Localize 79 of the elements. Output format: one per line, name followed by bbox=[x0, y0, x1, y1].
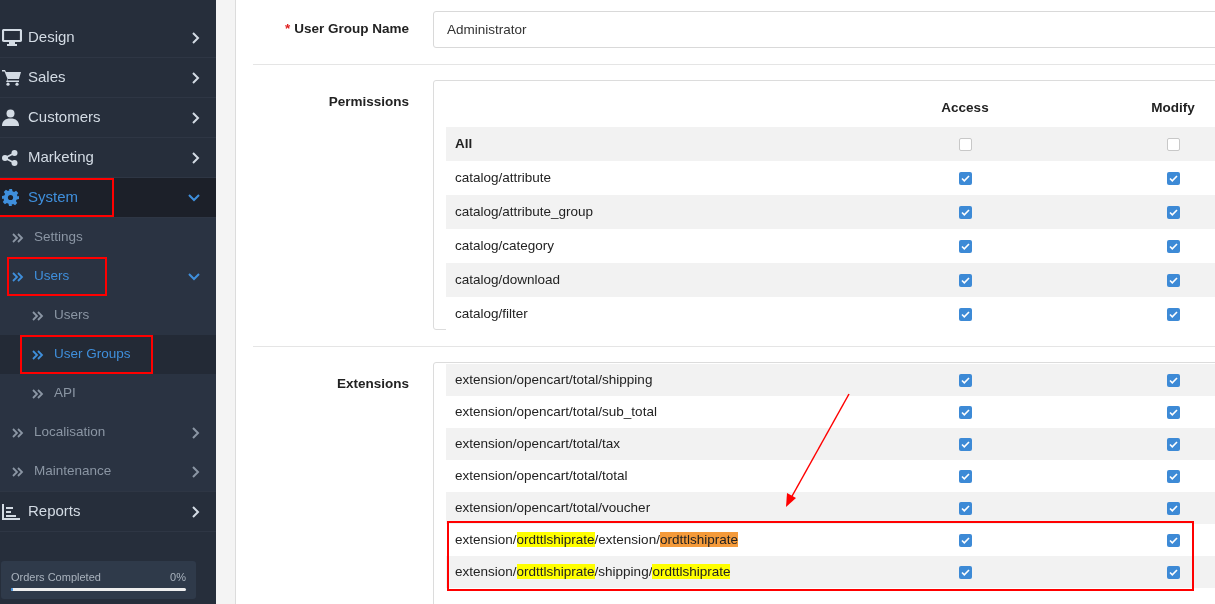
permission-path: extension/opencart/total/total bbox=[455, 467, 628, 483]
double-chevron-icon bbox=[12, 427, 24, 438]
permission-path: extension/opencart/total/sub_total bbox=[455, 403, 657, 419]
permission-path: catalog/attribute_group bbox=[455, 203, 594, 219]
column-header: Access bbox=[941, 99, 989, 117]
chevron-down-icon bbox=[188, 272, 200, 281]
permission-path: catalog/category bbox=[455, 237, 555, 253]
checkbox[interactable] bbox=[1166, 239, 1180, 253]
checkbox[interactable] bbox=[1166, 137, 1180, 151]
checkbox[interactable] bbox=[1166, 405, 1180, 419]
name-field[interactable]: Administrator bbox=[433, 11, 1215, 48]
sidebar-item[interactable]: Maintenance bbox=[0, 452, 216, 491]
permission-path: All bbox=[455, 135, 473, 151]
checkbox[interactable] bbox=[958, 137, 972, 151]
checkbox[interactable] bbox=[1166, 565, 1180, 579]
permission-path: catalog/attribute bbox=[455, 169, 552, 185]
checkbox[interactable] bbox=[958, 171, 972, 185]
sidebar-item[interactable]: Localisation bbox=[0, 413, 216, 452]
permission-path: extension/opencart/total/voucher bbox=[455, 499, 651, 515]
checkbox[interactable] bbox=[1166, 273, 1180, 287]
cart-icon bbox=[2, 69, 22, 86]
checkbox[interactable] bbox=[958, 373, 972, 387]
checkbox[interactable] bbox=[958, 205, 972, 219]
permission-path: catalog/filter bbox=[455, 305, 528, 321]
checkbox[interactable] bbox=[958, 565, 972, 579]
checkbox[interactable] bbox=[958, 273, 972, 287]
sidebar-item[interactable]: Design bbox=[0, 18, 216, 58]
checkbox[interactable] bbox=[958, 307, 972, 321]
sidebar-item[interactable]: User Groups bbox=[0, 335, 216, 374]
checkbox[interactable] bbox=[958, 501, 972, 515]
sidebar-item[interactable]: Settings bbox=[0, 218, 216, 257]
double-chevron-icon bbox=[12, 466, 24, 477]
chevron-right-icon bbox=[192, 111, 200, 124]
chevron-right-icon bbox=[192, 71, 200, 84]
double-chevron-icon bbox=[32, 388, 44, 399]
double-chevron-icon bbox=[32, 349, 44, 360]
chevron-right-icon bbox=[192, 31, 200, 44]
double-chevron-icon bbox=[32, 310, 44, 321]
field-label: User Group Name bbox=[294, 21, 409, 37]
permission-path: catalog/download bbox=[455, 271, 561, 287]
checkbox[interactable] bbox=[1166, 373, 1180, 387]
checkbox[interactable] bbox=[1166, 171, 1180, 185]
user-icon bbox=[2, 109, 19, 126]
share-icon bbox=[2, 149, 18, 166]
chevron-right-icon bbox=[192, 505, 200, 518]
sidebar-item[interactable]: System bbox=[0, 178, 216, 218]
checkbox[interactable] bbox=[958, 239, 972, 253]
progress-reading: 0% bbox=[170, 571, 186, 584]
permission-path: extension/opencart/total/shipping bbox=[455, 371, 653, 387]
sidebar-item[interactable]: Sales bbox=[0, 58, 216, 98]
checkbox[interactable] bbox=[958, 437, 972, 451]
sidebar-item[interactable]: Customers bbox=[0, 98, 216, 138]
sidebar-item[interactable]: Users bbox=[0, 296, 216, 335]
permission-path: extension/opencart/total/tax bbox=[455, 435, 621, 451]
sidebar-item[interactable]: API bbox=[0, 374, 216, 413]
double-chevron-icon bbox=[12, 271, 24, 282]
checkbox[interactable] bbox=[958, 405, 972, 419]
chevron-right-icon bbox=[192, 151, 200, 164]
column-header: Modify bbox=[1151, 99, 1195, 117]
checkbox[interactable] bbox=[1166, 307, 1180, 321]
field-label: Extensions bbox=[336, 376, 409, 391]
checkbox[interactable] bbox=[1166, 437, 1180, 451]
gear-icon bbox=[2, 189, 19, 206]
checkbox[interactable] bbox=[958, 533, 972, 547]
double-chevron-icon bbox=[12, 232, 24, 243]
monitor-icon bbox=[2, 29, 22, 46]
chevron-down-icon bbox=[188, 193, 200, 202]
bar-chart-icon bbox=[2, 503, 20, 520]
sidebar-item[interactable]: Users bbox=[0, 257, 216, 296]
required-mark: * bbox=[284, 21, 291, 37]
checkbox[interactable] bbox=[1166, 205, 1180, 219]
progress-label: Orders Completed bbox=[11, 571, 101, 584]
chevron-right-icon bbox=[192, 426, 200, 439]
checkbox[interactable] bbox=[1166, 469, 1180, 483]
field-label: Permissions bbox=[328, 94, 409, 109]
checkbox[interactable] bbox=[958, 469, 972, 483]
chevron-right-icon bbox=[192, 465, 200, 478]
checkbox[interactable] bbox=[1166, 501, 1180, 515]
checkbox[interactable] bbox=[1166, 533, 1180, 547]
